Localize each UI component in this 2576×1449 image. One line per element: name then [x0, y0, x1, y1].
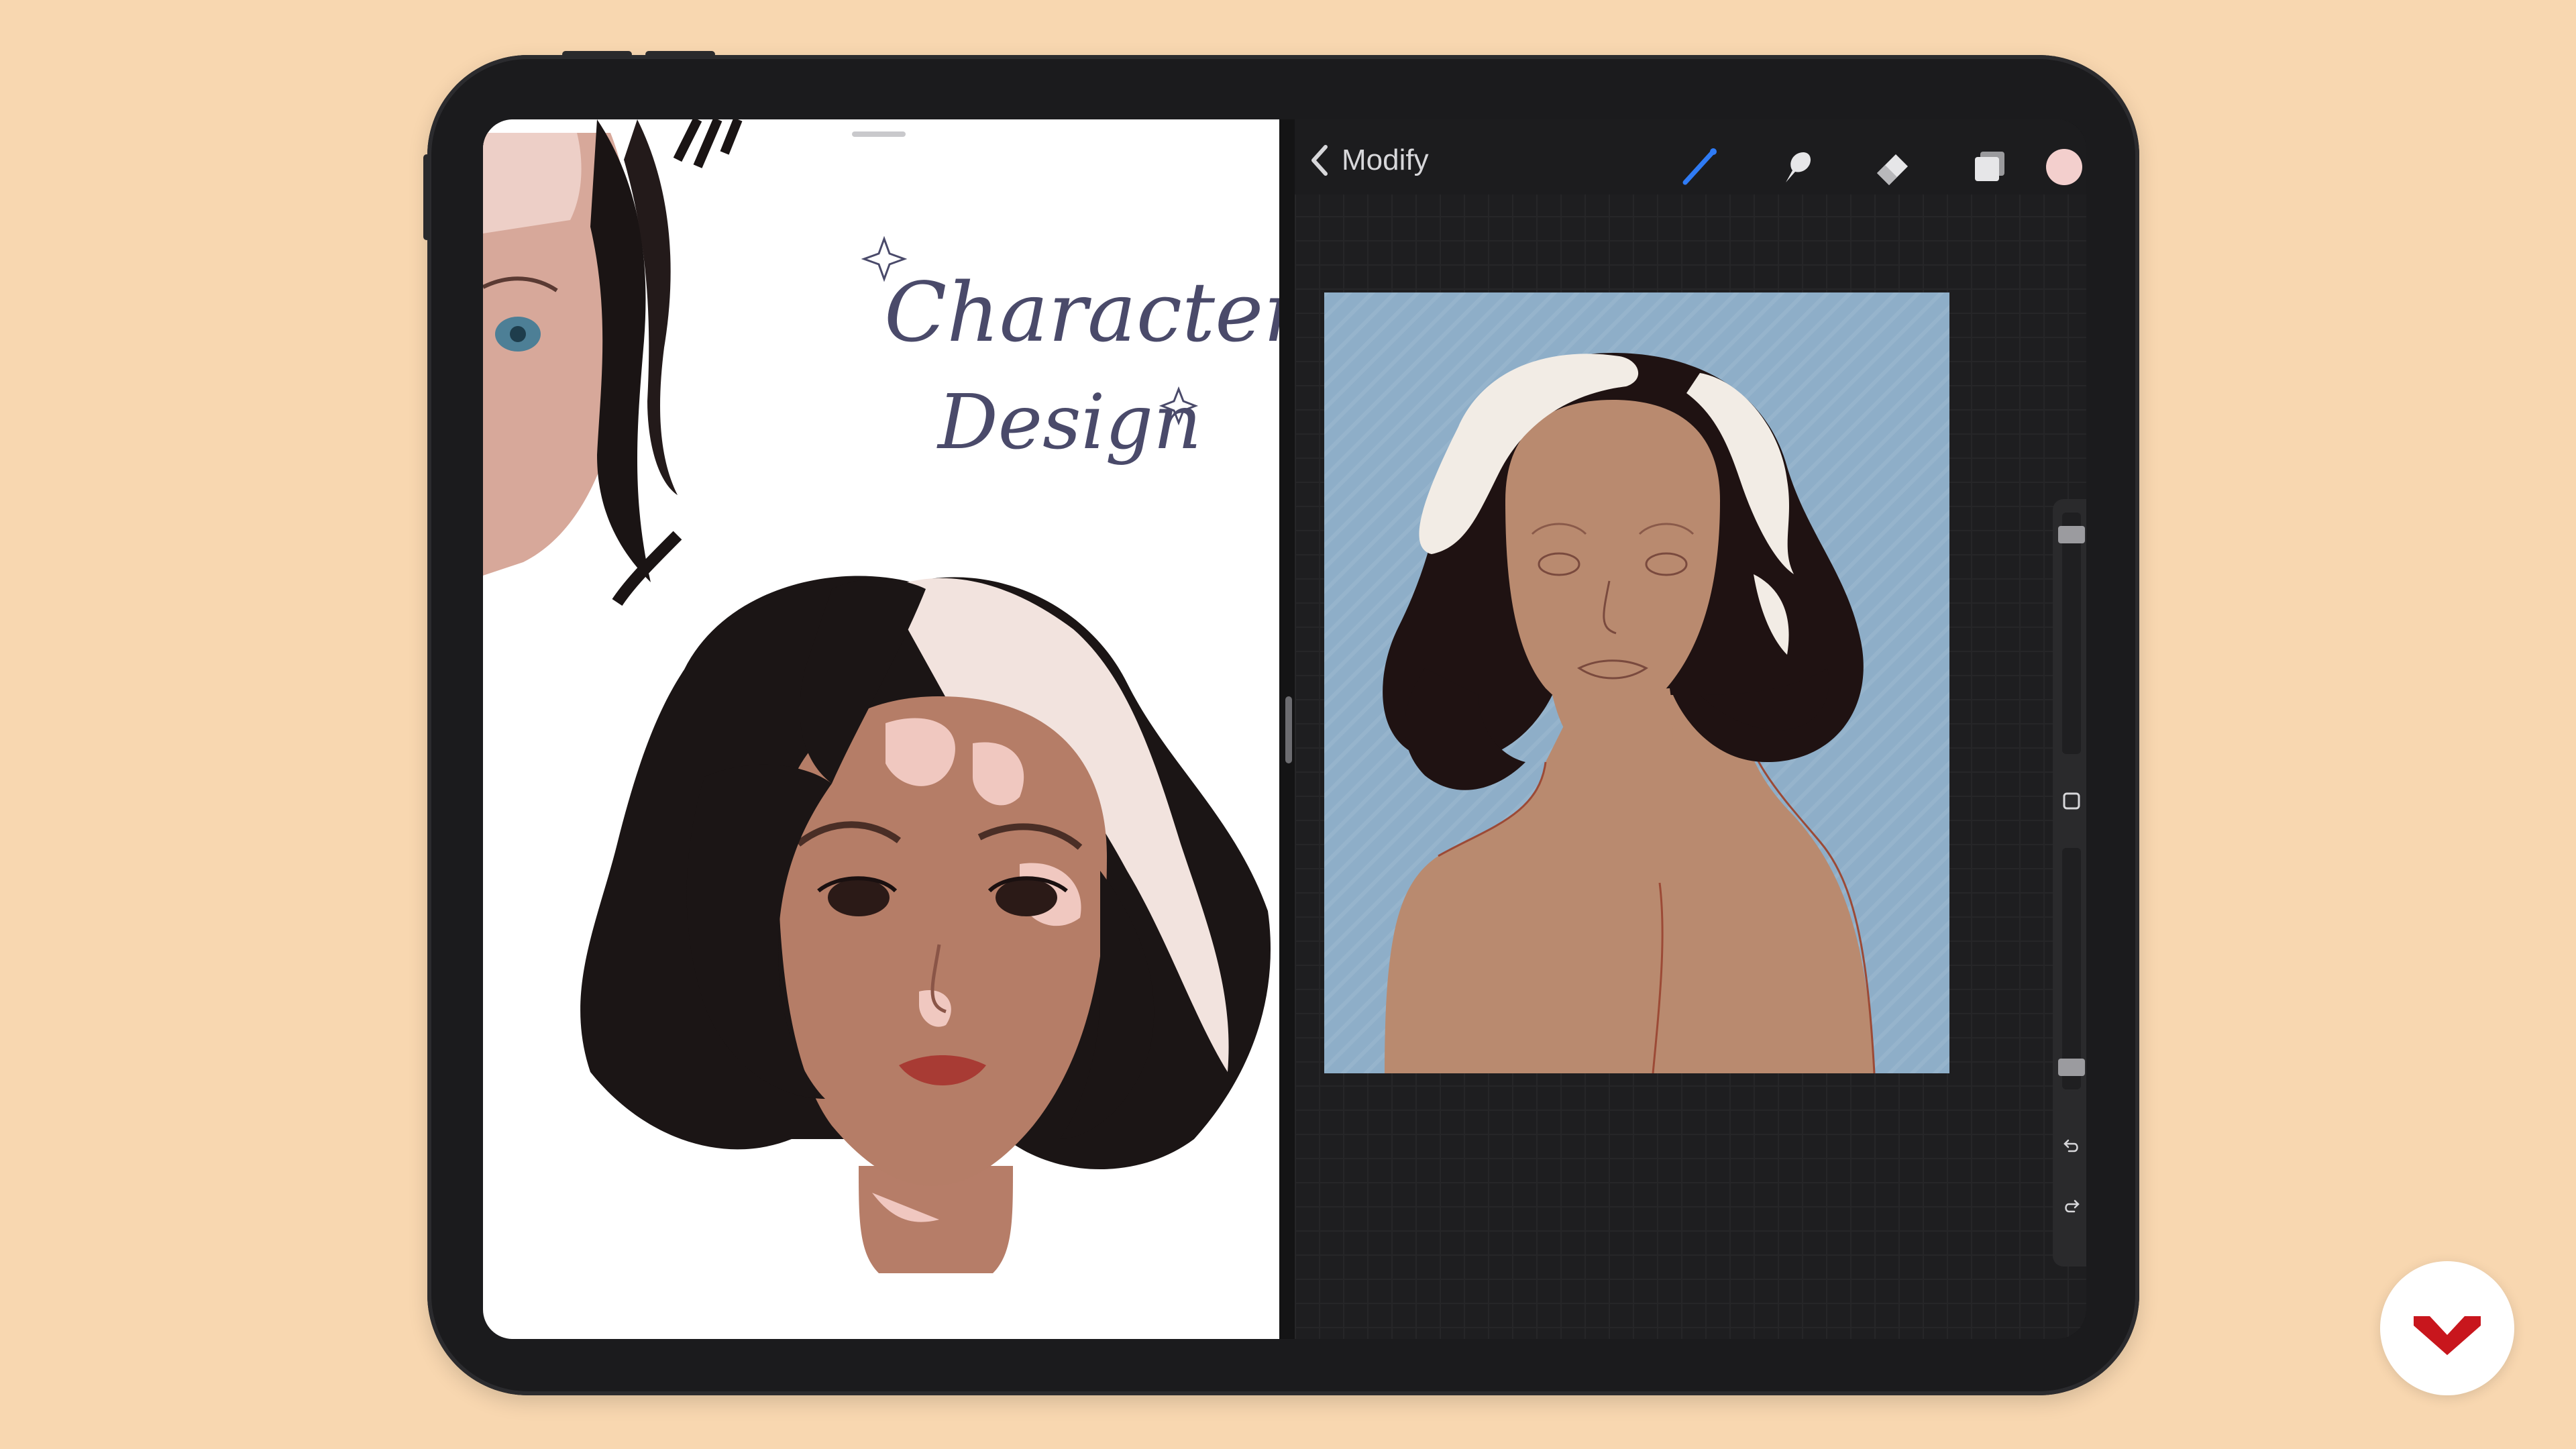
brush-size-slider[interactable] — [2062, 513, 2081, 754]
main-face-sketch — [580, 576, 1271, 1273]
title-line2: Design — [936, 379, 1201, 466]
back-button[interactable]: Modify — [1309, 144, 1429, 177]
layers-icon[interactable] — [1970, 146, 2010, 186]
redo-icon[interactable] — [2062, 1197, 2081, 1216]
canvas-artwork — [1383, 353, 1876, 1073]
opacity-slider[interactable] — [2062, 848, 2081, 1089]
brush-size-knob[interactable] — [2058, 526, 2085, 543]
domestika-logo-icon — [2414, 1316, 2481, 1355]
volume-button — [645, 51, 715, 58]
color-picker-button[interactable] — [2046, 149, 2082, 185]
opacity-knob[interactable] — [2058, 1059, 2085, 1076]
partial-face-sketch — [483, 119, 743, 606]
split-view-divider[interactable] — [1285, 696, 1292, 763]
eraser-icon[interactable] — [1873, 146, 1913, 186]
modify-square-icon[interactable] — [2062, 792, 2081, 810]
title-line1: Character — [884, 265, 1279, 360]
brand-logo-badge — [2380, 1261, 2514, 1395]
ipad-screen: Character Design Modify — [483, 119, 2086, 1339]
procreate-pane[interactable]: Modify — [1295, 119, 2086, 1339]
procreate-toolbar: Modify — [1295, 119, 2086, 195]
reference-artwork: Character Design — [483, 119, 1279, 1273]
drawing-canvas[interactable] — [1324, 292, 1949, 1073]
smudge-icon[interactable] — [1776, 146, 1817, 186]
chevron-left-icon — [1311, 145, 1328, 176]
undo-icon[interactable] — [2062, 1136, 2081, 1155]
volume-button — [562, 51, 632, 58]
sidebar-controls — [2053, 499, 2086, 1267]
reference-pane[interactable]: Character Design — [483, 119, 1279, 1339]
back-label: Modify — [1342, 144, 1429, 176]
brush-icon[interactable] — [1680, 146, 1720, 186]
top-button — [423, 154, 430, 240]
